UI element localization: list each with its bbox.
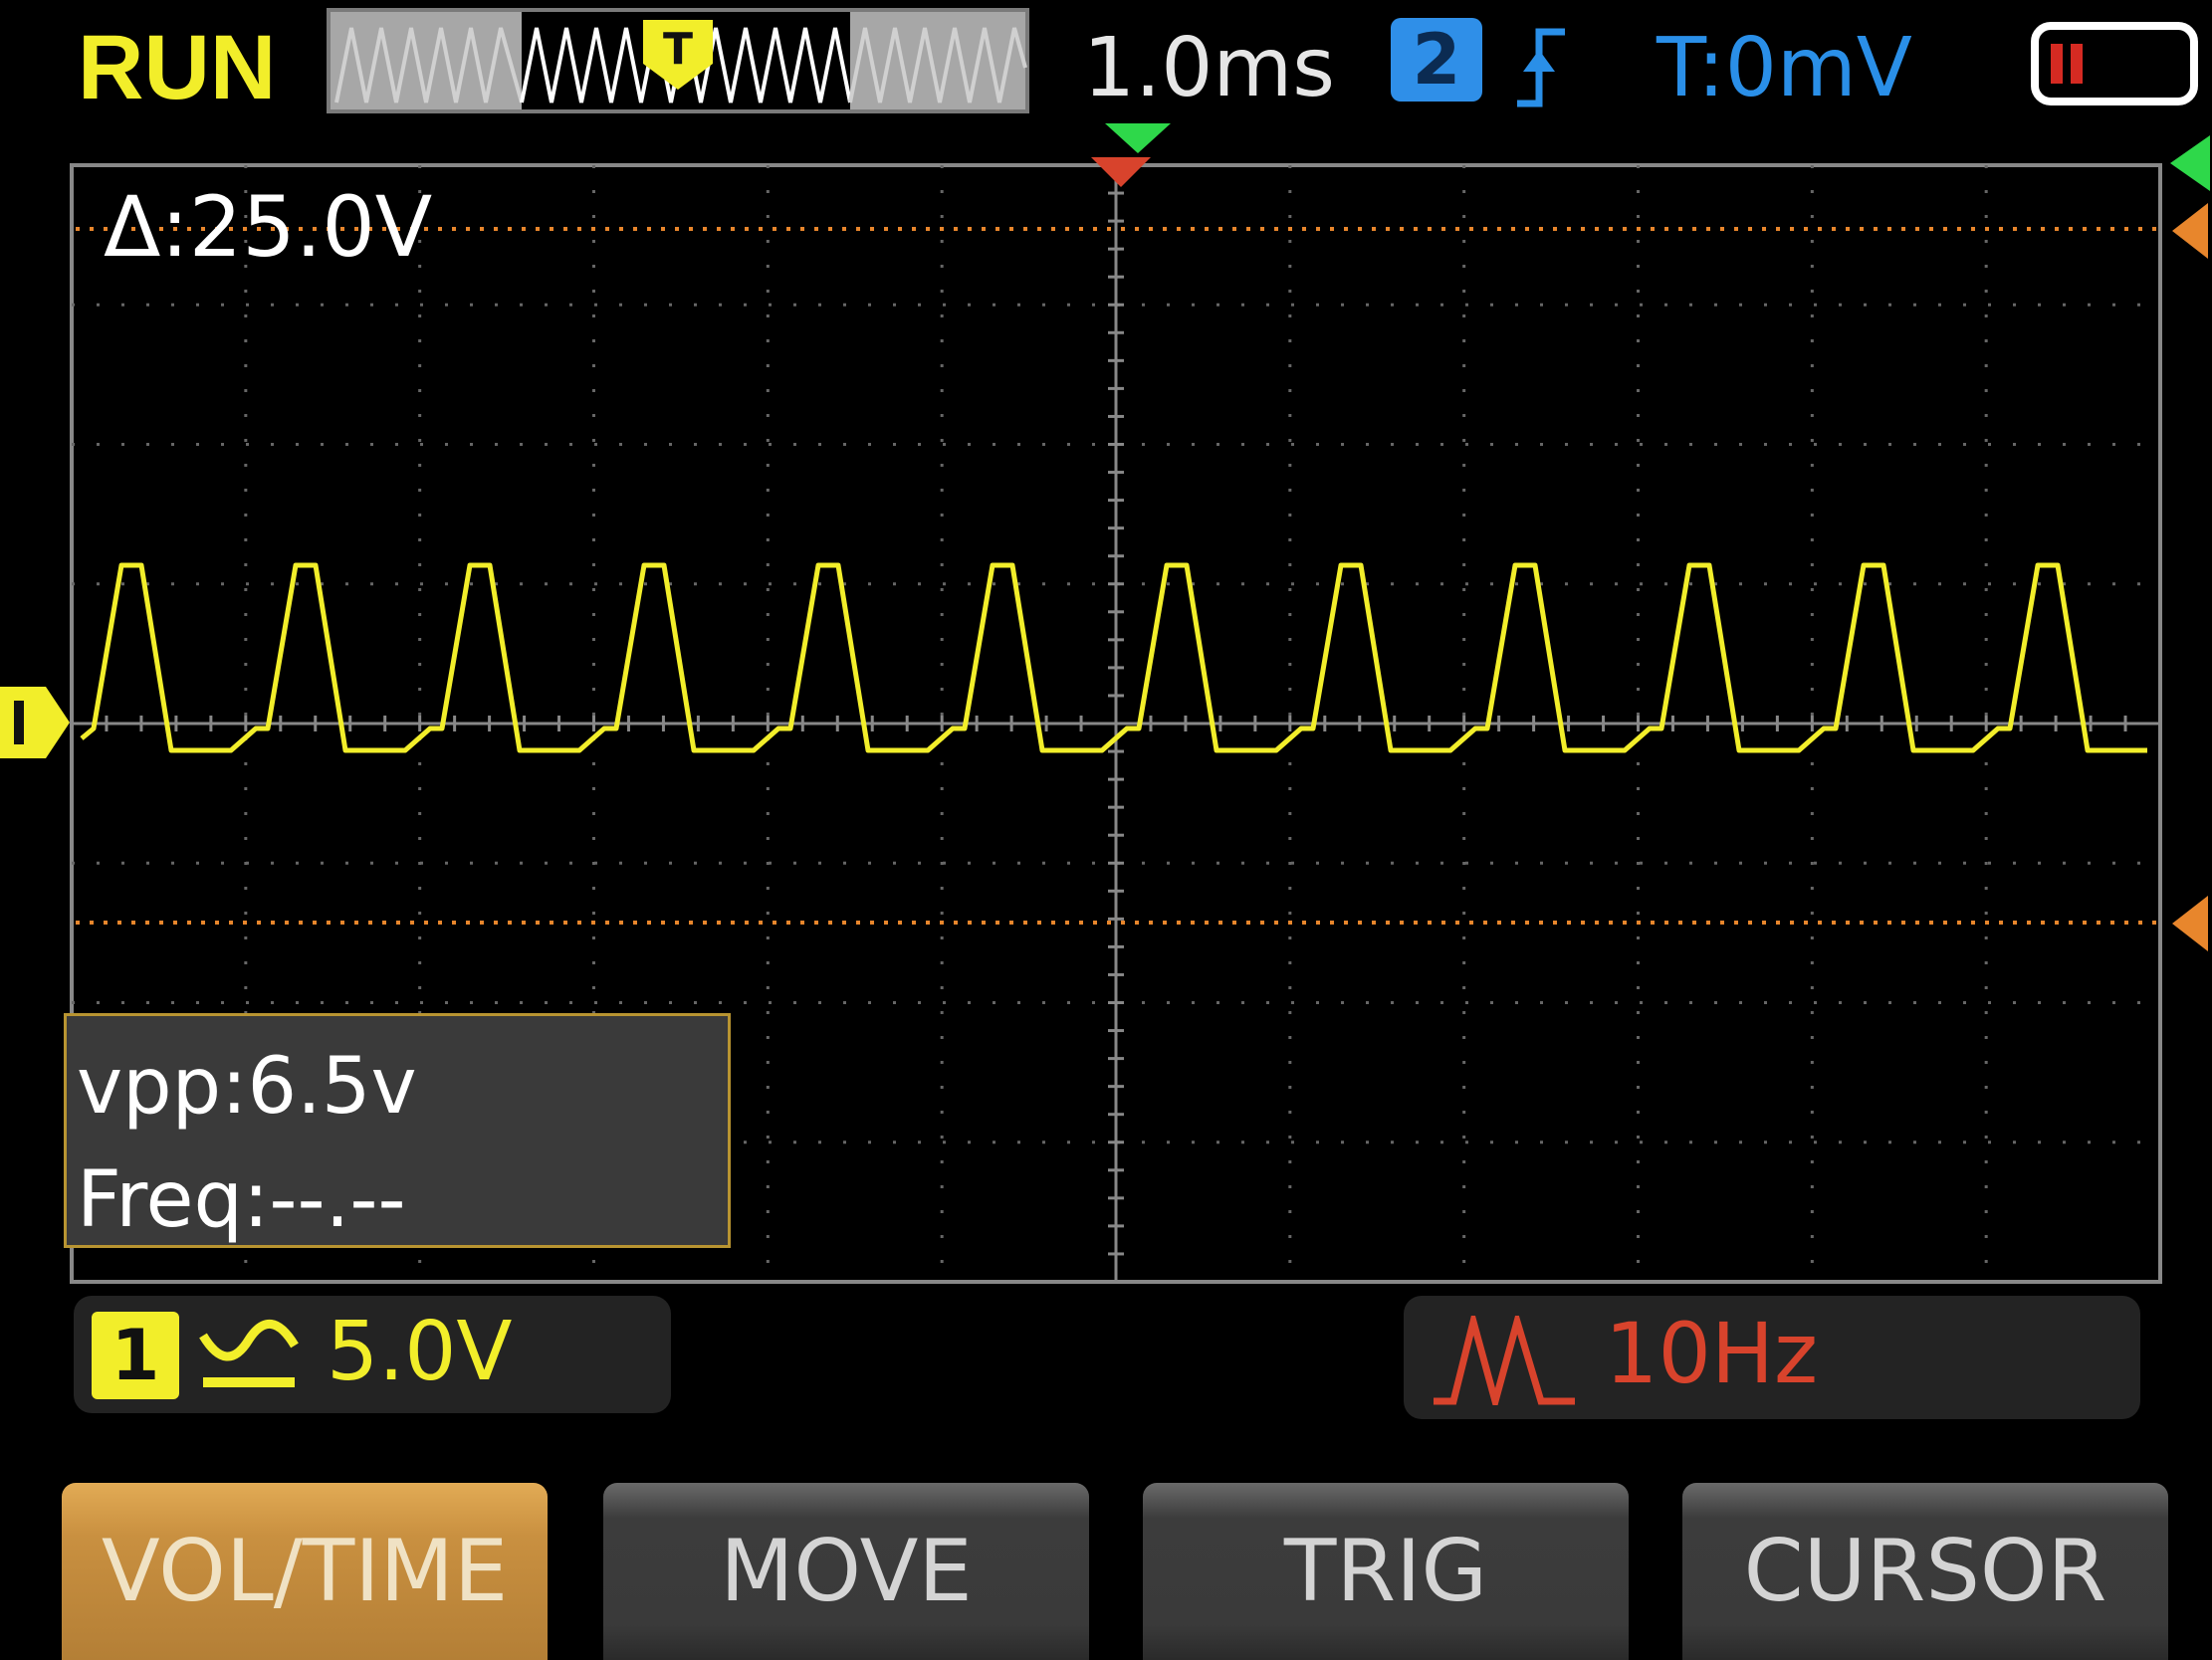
trigger-level[interactable]: T:0mV xyxy=(1657,28,1912,109)
cursor-bottom-marker[interactable] xyxy=(2172,896,2208,951)
cursor-delta-readout: Δ:25.0V xyxy=(104,178,433,276)
volts-per-div[interactable]: 5.0V xyxy=(327,1312,513,1393)
timebase-value[interactable]: 1.0ms xyxy=(1083,28,1335,109)
measurement-panel: vpp:6.5v Freq:--.-- xyxy=(64,1013,731,1248)
battery-low-icon xyxy=(2031,22,2198,105)
overview-trigger-marker: T xyxy=(663,24,693,75)
trig-button[interactable]: TRIG xyxy=(1143,1483,1629,1660)
signal-frequency[interactable]: 10Hz xyxy=(1605,1312,1818,1395)
waveform-icon xyxy=(1434,1316,1575,1405)
ac-coupling-icon xyxy=(199,1319,299,1387)
move-button[interactable]: MOVE xyxy=(603,1483,1089,1660)
run-status: RUN xyxy=(78,17,277,118)
vpp-readout: vpp:6.5v xyxy=(77,1042,417,1132)
rising-edge-icon xyxy=(1517,28,1565,107)
channel1-ground-marker[interactable] xyxy=(0,683,72,762)
trigger-level-marker[interactable] xyxy=(2170,135,2210,191)
waveform-overview[interactable]: T xyxy=(327,8,1029,113)
time-cursor-marker[interactable] xyxy=(1091,157,1151,191)
trigger-channel-badge[interactable]: 2 xyxy=(1391,18,1482,102)
channel-number-badge[interactable]: 1 xyxy=(92,1312,179,1399)
cursor-top-marker[interactable] xyxy=(2172,203,2208,259)
trigger-position-marker[interactable] xyxy=(1105,123,1171,159)
cursor-button[interactable]: CURSOR xyxy=(1682,1483,2168,1660)
vol-time-button[interactable]: VOL/TIME xyxy=(62,1483,548,1660)
freq-readout: Freq:--.-- xyxy=(77,1155,406,1245)
